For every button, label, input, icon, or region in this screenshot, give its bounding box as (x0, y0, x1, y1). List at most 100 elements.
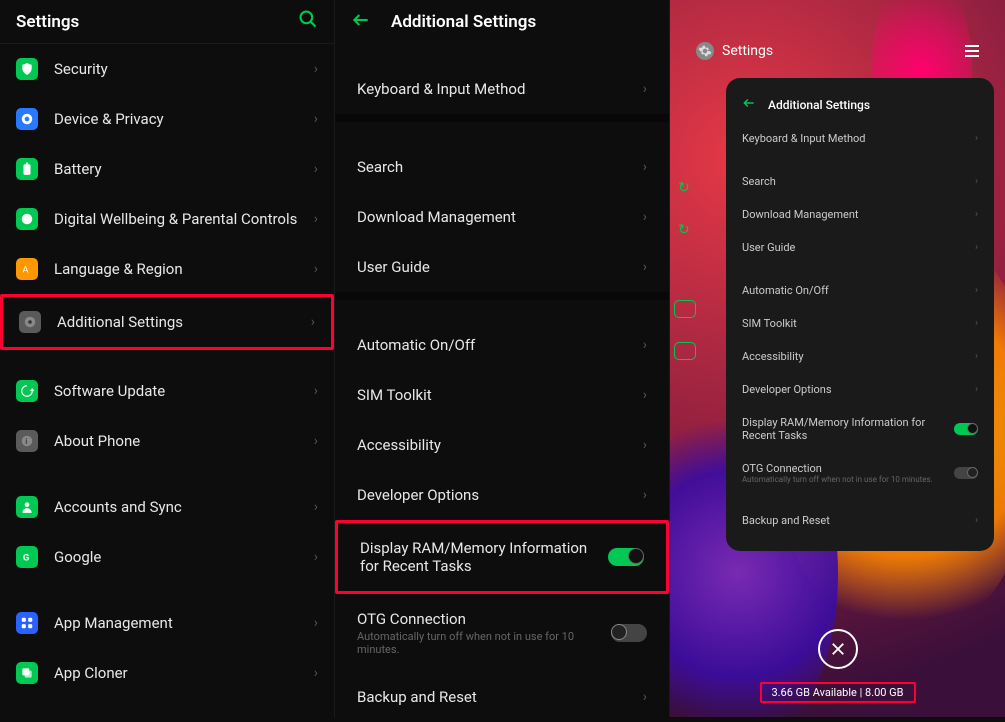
card-item-desc: Automatically turn off when not in use f… (742, 475, 954, 484)
shield-icon (16, 58, 38, 80)
addset-item-label: SIM Toolkit (357, 386, 643, 404)
card-item[interactable]: Automatic On/Off› (726, 274, 994, 307)
status-badge (674, 300, 696, 318)
addset-item-label: OTG Connection (357, 610, 611, 628)
addset-item[interactable]: User Guide› (335, 242, 669, 292)
toggle-switch[interactable] (608, 548, 644, 566)
toggle-switch[interactable] (954, 467, 978, 479)
addset-item[interactable]: Backup and Reset› (335, 672, 669, 722)
search-icon[interactable] (298, 9, 318, 34)
card-item[interactable]: User Guide› (726, 231, 994, 264)
addset-item-label: Search (357, 158, 643, 176)
card-item-label: SIM Toolkit (742, 317, 975, 330)
settings-title: Settings (16, 12, 79, 32)
addset-header: Additional Settings (335, 0, 669, 44)
card-item[interactable]: Download Management› (726, 198, 994, 231)
settings-item-label: About Phone (54, 432, 314, 450)
back-icon[interactable] (742, 96, 756, 114)
card-item-label: Automatic On/Off (742, 284, 975, 297)
chevron-right-icon: › (975, 133, 978, 144)
addset-item-label: Developer Options (357, 486, 643, 504)
accounts-icon (16, 496, 38, 518)
addset-item[interactable]: Keyboard & Input Method› (335, 64, 669, 114)
card-item[interactable]: Accessibility› (726, 340, 994, 373)
addset-item-label: Backup and Reset (357, 688, 643, 706)
settings-item-battery[interactable]: Battery› (0, 144, 334, 194)
settings-panel: Settings Security›Device & Privacy›Batte… (0, 0, 335, 717)
recents-panel: Settings ↻ ↻ Additional Settings Keyboar… (670, 0, 1005, 717)
addset-item[interactable]: Display RAM/Memory Information for Recen… (335, 520, 669, 594)
card-item[interactable]: SIM Toolkit› (726, 307, 994, 340)
addset-item[interactable]: Download Management› (335, 192, 669, 242)
hamburger-icon[interactable] (965, 45, 979, 57)
chevron-right-icon: › (643, 209, 647, 225)
addset-item[interactable]: SIM Toolkit› (335, 370, 669, 420)
chevron-right-icon: › (975, 176, 978, 187)
close-all-button[interactable] (818, 629, 858, 669)
svg-text:i: i (25, 436, 27, 446)
addset-item[interactable]: Automatic On/Off› (335, 320, 669, 370)
addset-item[interactable]: Search› (335, 142, 669, 192)
settings-item-language[interactable]: ALanguage & Region› (0, 244, 334, 294)
toggle-switch[interactable] (954, 423, 978, 435)
status-badge (674, 342, 696, 360)
toggle-switch[interactable] (611, 624, 647, 642)
chevron-right-icon: › (975, 285, 978, 296)
card-item-label: Developer Options (742, 383, 975, 396)
battery-icon (16, 158, 38, 180)
addset-item-label: Download Management (357, 208, 643, 226)
chevron-right-icon: › (314, 665, 318, 681)
card-item[interactable]: Search› (726, 165, 994, 198)
refresh-icon[interactable]: ↻ (678, 222, 700, 238)
addset-item[interactable]: Accessibility› (335, 420, 669, 470)
settings-item-accounts[interactable]: Accounts and Sync› (0, 482, 334, 532)
chevron-right-icon: › (314, 549, 318, 565)
card-item[interactable]: Backup and Reset› (726, 504, 994, 537)
card-item-label: Backup and Reset (742, 514, 975, 527)
settings-item-label: Device & Privacy (54, 110, 314, 128)
card-item[interactable]: Developer Options› (726, 373, 994, 406)
settings-item-label: App Management (54, 614, 314, 632)
settings-item-about[interactable]: iAbout Phone› (0, 416, 334, 466)
settings-item-label: Software Update (54, 382, 314, 400)
settings-item-additional[interactable]: Additional Settings› (0, 294, 334, 350)
chevron-right-icon: › (975, 209, 978, 220)
card-title: Additional Settings (768, 98, 870, 112)
card-item-label: Download Management (742, 208, 975, 221)
card-item-label: Accessibility (742, 350, 975, 363)
chevron-right-icon: › (314, 499, 318, 515)
settings-item-shield[interactable]: Security› (0, 44, 334, 94)
chevron-right-icon: › (975, 515, 978, 526)
ram-info-highlight: 3.66 GB Available | 8.00 GB (759, 682, 915, 703)
card-item[interactable]: OTG ConnectionAutomatically turn off whe… (726, 452, 994, 494)
settings-header: Settings (0, 0, 334, 44)
card-item[interactable]: Keyboard & Input Method› (726, 122, 994, 155)
card-item-label: Display RAM/Memory Information for Recen… (742, 416, 954, 442)
additional-settings-panel: Additional Settings Keyboard & Input Met… (335, 0, 670, 717)
settings-item-privacy[interactable]: Device & Privacy› (0, 94, 334, 144)
card-item-label: User Guide (742, 241, 975, 254)
recents-header: Settings (670, 0, 1005, 70)
chevron-right-icon: › (314, 161, 318, 177)
settings-item-label: App Cloner (54, 664, 314, 682)
settings-item-app-mgmt[interactable]: App Management› (0, 598, 334, 648)
chevron-right-icon: › (643, 437, 647, 453)
addset-item-label: Keyboard & Input Method (357, 80, 643, 98)
refresh-icon[interactable]: ↻ (678, 180, 700, 196)
addset-item[interactable]: Developer Options› (335, 470, 669, 520)
settings-item-wellbeing[interactable]: Digital Wellbeing & Parental Controls› (0, 194, 334, 244)
addset-item-label: Accessibility (357, 436, 643, 454)
addset-item[interactable]: OTG ConnectionAutomatically turn off whe… (335, 594, 669, 672)
back-icon[interactable] (351, 10, 371, 35)
recents-card[interactable]: Additional Settings Keyboard & Input Met… (726, 78, 994, 551)
settings-item-app-cloner[interactable]: App Cloner› (0, 648, 334, 698)
about-icon: i (16, 430, 38, 452)
card-header: Additional Settings (726, 88, 994, 122)
settings-item-google[interactable]: GGoogle› (0, 532, 334, 582)
settings-item-update[interactable]: Software Update› (0, 366, 334, 416)
chevron-right-icon: › (314, 261, 318, 277)
chevron-right-icon: › (975, 242, 978, 253)
settings-item-label: Battery (54, 160, 314, 178)
card-item[interactable]: Display RAM/Memory Information for Recen… (726, 406, 994, 452)
ram-info-text: 3.66 GB Available | 8.00 GB (771, 686, 903, 699)
